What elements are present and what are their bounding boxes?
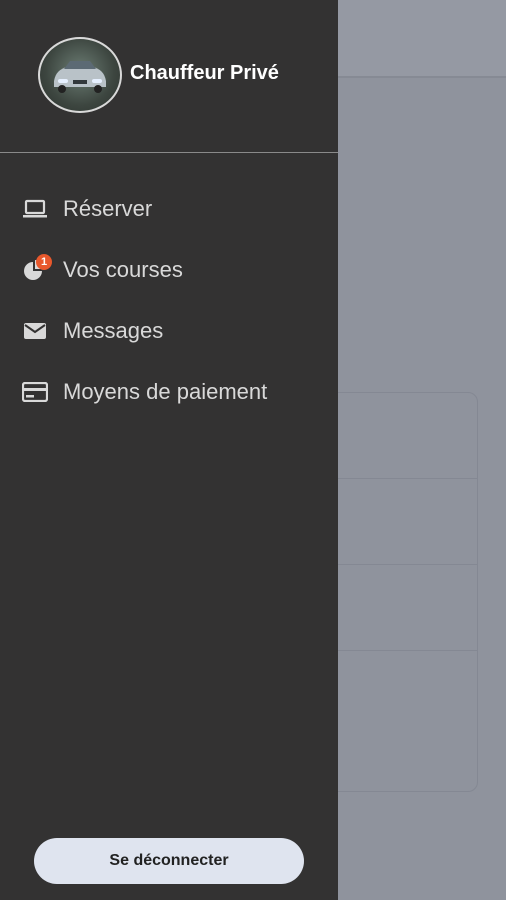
credit-card-icon xyxy=(22,381,48,403)
menu-item-messages[interactable]: Messages xyxy=(0,300,338,361)
mail-icon xyxy=(22,320,48,342)
laptop-icon xyxy=(22,198,48,220)
avatar[interactable] xyxy=(38,37,122,113)
logout-button[interactable]: Se déconnecter xyxy=(34,838,304,884)
brand-title: Chauffeur Privé xyxy=(130,62,279,84)
menu-item-label: Vos courses xyxy=(63,256,183,282)
menu-item-label: Réserver xyxy=(63,195,153,221)
car-icon xyxy=(54,61,106,93)
notification-badge: 1 xyxy=(36,254,52,270)
menu-item-label: Moyens de paiement xyxy=(63,378,268,404)
menu-item-vos-courses[interactable]: 1 Vos courses xyxy=(0,239,338,300)
drawer-header: Chauffeur Privé xyxy=(0,0,338,153)
menu-item-label: Messages xyxy=(63,317,164,343)
drawer-menu: Réserver 1 Vos courses Messages Moyens d… xyxy=(0,178,338,422)
navigation-drawer: Chauffeur Privé Réserver 1 Vos courses M… xyxy=(0,0,338,900)
menu-item-moyens-de-paiement[interactable]: Moyens de paiement xyxy=(0,361,338,422)
menu-item-reserver[interactable]: Réserver xyxy=(0,178,338,239)
